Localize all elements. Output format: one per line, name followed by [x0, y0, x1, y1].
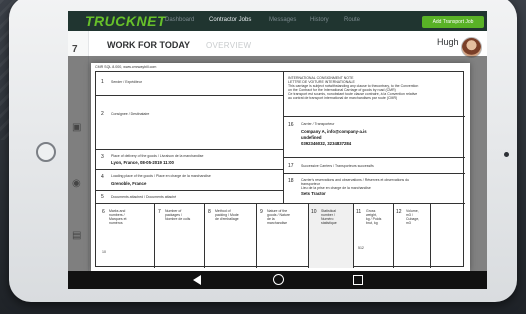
nav-contractor-jobs[interactable]: Contractor Jobs	[209, 17, 251, 23]
user-name: Hugh	[437, 37, 459, 47]
recents-icon[interactable]	[353, 275, 363, 285]
android-nav-bar	[68, 271, 487, 289]
nav-history[interactable]: History	[310, 17, 329, 23]
loading-value: Grenoble, France	[111, 181, 147, 186]
marks-value: 10	[102, 250, 106, 254]
delivery-value: Lyon, France, 08-05-2019 11:00	[111, 160, 174, 165]
add-transport-job-button[interactable]: Add Transport Job	[422, 16, 484, 28]
page-title: WORK FOR TODAY	[107, 40, 191, 50]
back-icon[interactable]	[193, 275, 201, 285]
cmr-header-note: CMR SQL 8.000, www.cmrwaybill.com	[95, 65, 157, 69]
tablet-camera	[504, 152, 509, 157]
nav-route[interactable]: Route	[344, 17, 360, 23]
carrier-phones: 0392346032, 3234837284	[301, 141, 352, 146]
box-sender: 1 Sender / Expéditeur	[96, 72, 283, 96]
tablet-screen: TRUCKNET Dashboard Contractor Jobs Messa…	[68, 11, 487, 289]
home-icon[interactable]	[273, 274, 284, 285]
box-carrier-reservations: 18 Carrier's reservations and observatio…	[283, 174, 465, 204]
carrier-undefined: undefined	[301, 135, 322, 140]
reservations-value: Sets Tractor	[301, 191, 326, 196]
app-top-bar: TRUCKNET Dashboard Contractor Jobs Messa…	[68, 11, 487, 31]
tablet-home-button[interactable]	[36, 142, 56, 162]
tab-overview[interactable]: OVERVIEW	[206, 41, 251, 50]
box-loading-place: 4 Loading place of the goods / Place en …	[96, 170, 283, 191]
tablet-frame: TRUCKNET Dashboard Contractor Jobs Messa…	[9, 0, 517, 302]
avatar[interactable]	[461, 37, 482, 58]
carrier-company: Company A, info@company-a.is	[301, 129, 367, 134]
nav-messages[interactable]: Messages	[269, 17, 296, 23]
sidebar-seven-icon[interactable]: 7	[72, 45, 78, 55]
app-logo[interactable]: TRUCKNET	[85, 13, 166, 29]
box-consignee: 2 Consignee / Destinataire	[96, 96, 283, 150]
box-international-note: INTERNATIONAL CONSIGNMENT NOTE LETTRE DE…	[283, 72, 465, 117]
box-documents-attached: 5 Documents attached / Documents attaché	[96, 191, 283, 204]
box-carrier: 16 Carrier / Transporteur Company A, inf…	[283, 117, 465, 158]
box-successive-carriers: 17 Successive Carriers / Transporteurs s…	[283, 158, 465, 174]
nav-dashboard[interactable]: Dashboard	[165, 17, 194, 23]
gross-weight-value: 512	[358, 246, 364, 250]
box-place-of-delivery: 3 Place of delivery of the goods / Livra…	[96, 150, 283, 170]
cmr-document: CMR SQL 8.000, www.cmrwaybill.com 1 Send…	[91, 63, 470, 271]
cmr-form-frame: 1 Sender / Expéditeur 2 Consignee / Dest…	[95, 71, 465, 268]
